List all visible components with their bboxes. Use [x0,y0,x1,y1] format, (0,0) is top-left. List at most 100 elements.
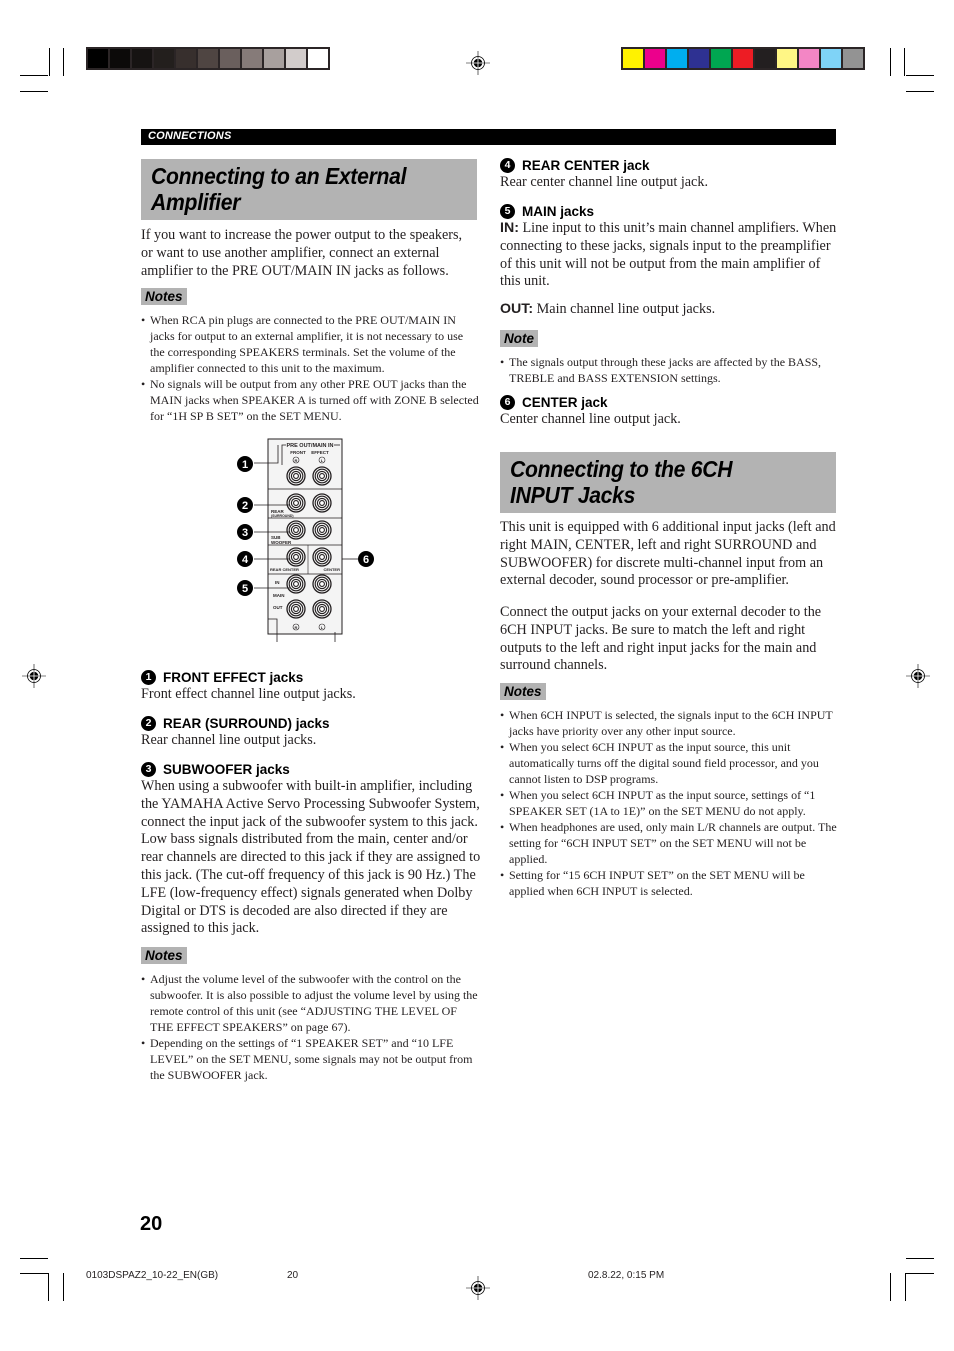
note-item: When 6CH INPUT is selected, the signals … [500,707,838,739]
color-swatch [132,49,152,68]
callout-1: 1 [242,459,248,471]
diagram-label-r: R [295,625,298,630]
section-heading: FRONT EFFECT jacks [163,670,304,685]
color-swatch [308,49,328,68]
crop-mark [20,1258,48,1259]
number-badge: 1 [141,670,156,685]
diagram-label-rear-center: REAR CENTER [270,567,299,572]
section-title-box: Connecting to the 6CH INPUT Jacks [500,452,836,513]
callout-4: 4 [242,554,249,566]
section-heading: REAR CENTER jack [522,158,650,173]
registration-mark-icon [22,664,46,688]
callout-3: 3 [242,527,248,539]
rca-jack-icon [286,574,306,594]
main-in-text: IN: Line input to this unit’s main chann… [500,220,840,291]
diagram-label-surround: (SURROUND) [271,514,294,518]
section-title-box: Connecting to an External Amplifier [141,159,477,220]
note-item: The signals output through these jacks a… [500,354,838,386]
crop-mark [906,1273,934,1274]
note-item: When headphones are used, only main L/R … [500,819,838,867]
pre-out-main-in-diagram: PRE OUT/MAIN IN FRONT EFFECT R L REAR (S… [237,438,374,642]
color-swatch [843,49,863,68]
rca-jack-icon [312,547,332,567]
color-swatch [667,49,687,68]
registration-mark-icon [906,664,930,688]
callout-6: 6 [363,554,369,566]
rca-jack-icon [312,574,332,594]
note-item: No signals will be output from any other… [141,376,479,424]
six-ch-paragraph-2: Connect the output jacks on your externa… [500,604,822,674]
notes-block: Notes When 6CH INPUT is selected, the si… [500,683,838,899]
diagram-label-front: FRONT [290,450,306,455]
jack-section-center: 6 CENTER jack Center channel line output … [500,394,840,429]
jack-section-rear-center: 4 REAR CENTER jack Rear center channel li… [500,157,840,192]
section-text: Center channel line output jack. [500,411,681,427]
number-badge: 2 [141,716,156,731]
notes-label: Notes [500,683,546,700]
registration-mark-icon [466,51,490,75]
rca-jack-icon [312,599,332,619]
page-number: 20 [140,1213,163,1235]
color-swatch [264,49,284,68]
color-swatch [645,49,665,68]
out-label: OUT: [500,301,534,318]
note-item: When you select 6CH INPUT as the input s… [500,739,838,787]
notes-label: Notes [141,947,187,964]
in-description: Line input to this unit’s main channel a… [500,220,837,290]
footer-timestamp: 02.8.22, 0:15 PM [588,1270,665,1281]
color-swatch [198,49,218,68]
crop-mark [904,48,905,76]
callout-2: 2 [242,500,248,512]
section-heading: MAIN jacks [522,204,595,219]
jack-section-rear-surround: 2 REAR (SURROUND) jacks Rear channel line… [141,715,481,750]
main-out-text: OUT: Main channel line output jacks. [500,301,840,319]
number-badge: 3 [141,762,156,777]
rca-jack-icon [286,493,306,513]
crop-mark [20,1273,48,1274]
rca-jack-icon [312,520,332,540]
section-label: CONNECTIONS [148,130,232,142]
color-swatch [88,49,108,68]
rca-jack-icon [286,547,306,567]
section-text: When using a subwoofer with built-in amp… [141,778,481,937]
color-swatch [755,49,775,68]
intro-paragraph: If you want to increase the power output… [141,227,463,279]
jack-section-front-effect: 1 FRONT EFFECT jacks Front effect channel… [141,669,481,704]
color-swatch [689,49,709,68]
color-swatch [777,49,797,68]
diagram-label-r: R [295,458,298,463]
grayscale-color-bar [86,47,330,70]
color-swatch [286,49,306,68]
number-badge: 4 [500,158,515,173]
rca-jack-icon [286,520,306,540]
crop-mark [906,91,934,92]
crop-mark [63,1273,64,1301]
crop-mark [49,48,50,76]
crop-mark [20,91,48,92]
note-label: Note [500,330,538,347]
note-item: Setting for “15 6CH INPUT SET” on the SE… [500,867,838,899]
crop-mark [20,75,48,76]
note-item: When you select 6CH INPUT as the input s… [500,787,838,819]
section-heading: REAR (SURROUND) jacks [163,716,330,731]
rca-jack-icon [286,466,306,486]
color-swatch [711,49,731,68]
diagram-label-out: OUT [273,605,283,610]
crop-mark [63,48,64,76]
note-block: Note The signals output through these ja… [500,330,838,386]
section-header-bar: CONNECTIONS [141,129,836,145]
color-swatch [821,49,841,68]
color-swatch [110,49,130,68]
section-heading: SUBWOOFER jacks [163,762,290,777]
section-text: Rear center channel line output jack. [500,174,708,190]
crop-mark [906,75,934,76]
section-heading: CENTER jack [522,395,608,410]
diagram-label-center: CENTER [324,567,341,572]
jack-section-main: 5 MAIN jacks IN: Line input to this unit’… [500,203,840,319]
out-description: Main channel line output jacks. [536,301,716,318]
note-item: Depending on the settings of “1 SPEAKER … [141,1035,479,1083]
rca-jack-icon [286,599,306,619]
diagram-panel-title: PRE OUT/MAIN IN [286,443,333,449]
crop-mark [906,1258,934,1259]
crop-mark [890,48,891,76]
